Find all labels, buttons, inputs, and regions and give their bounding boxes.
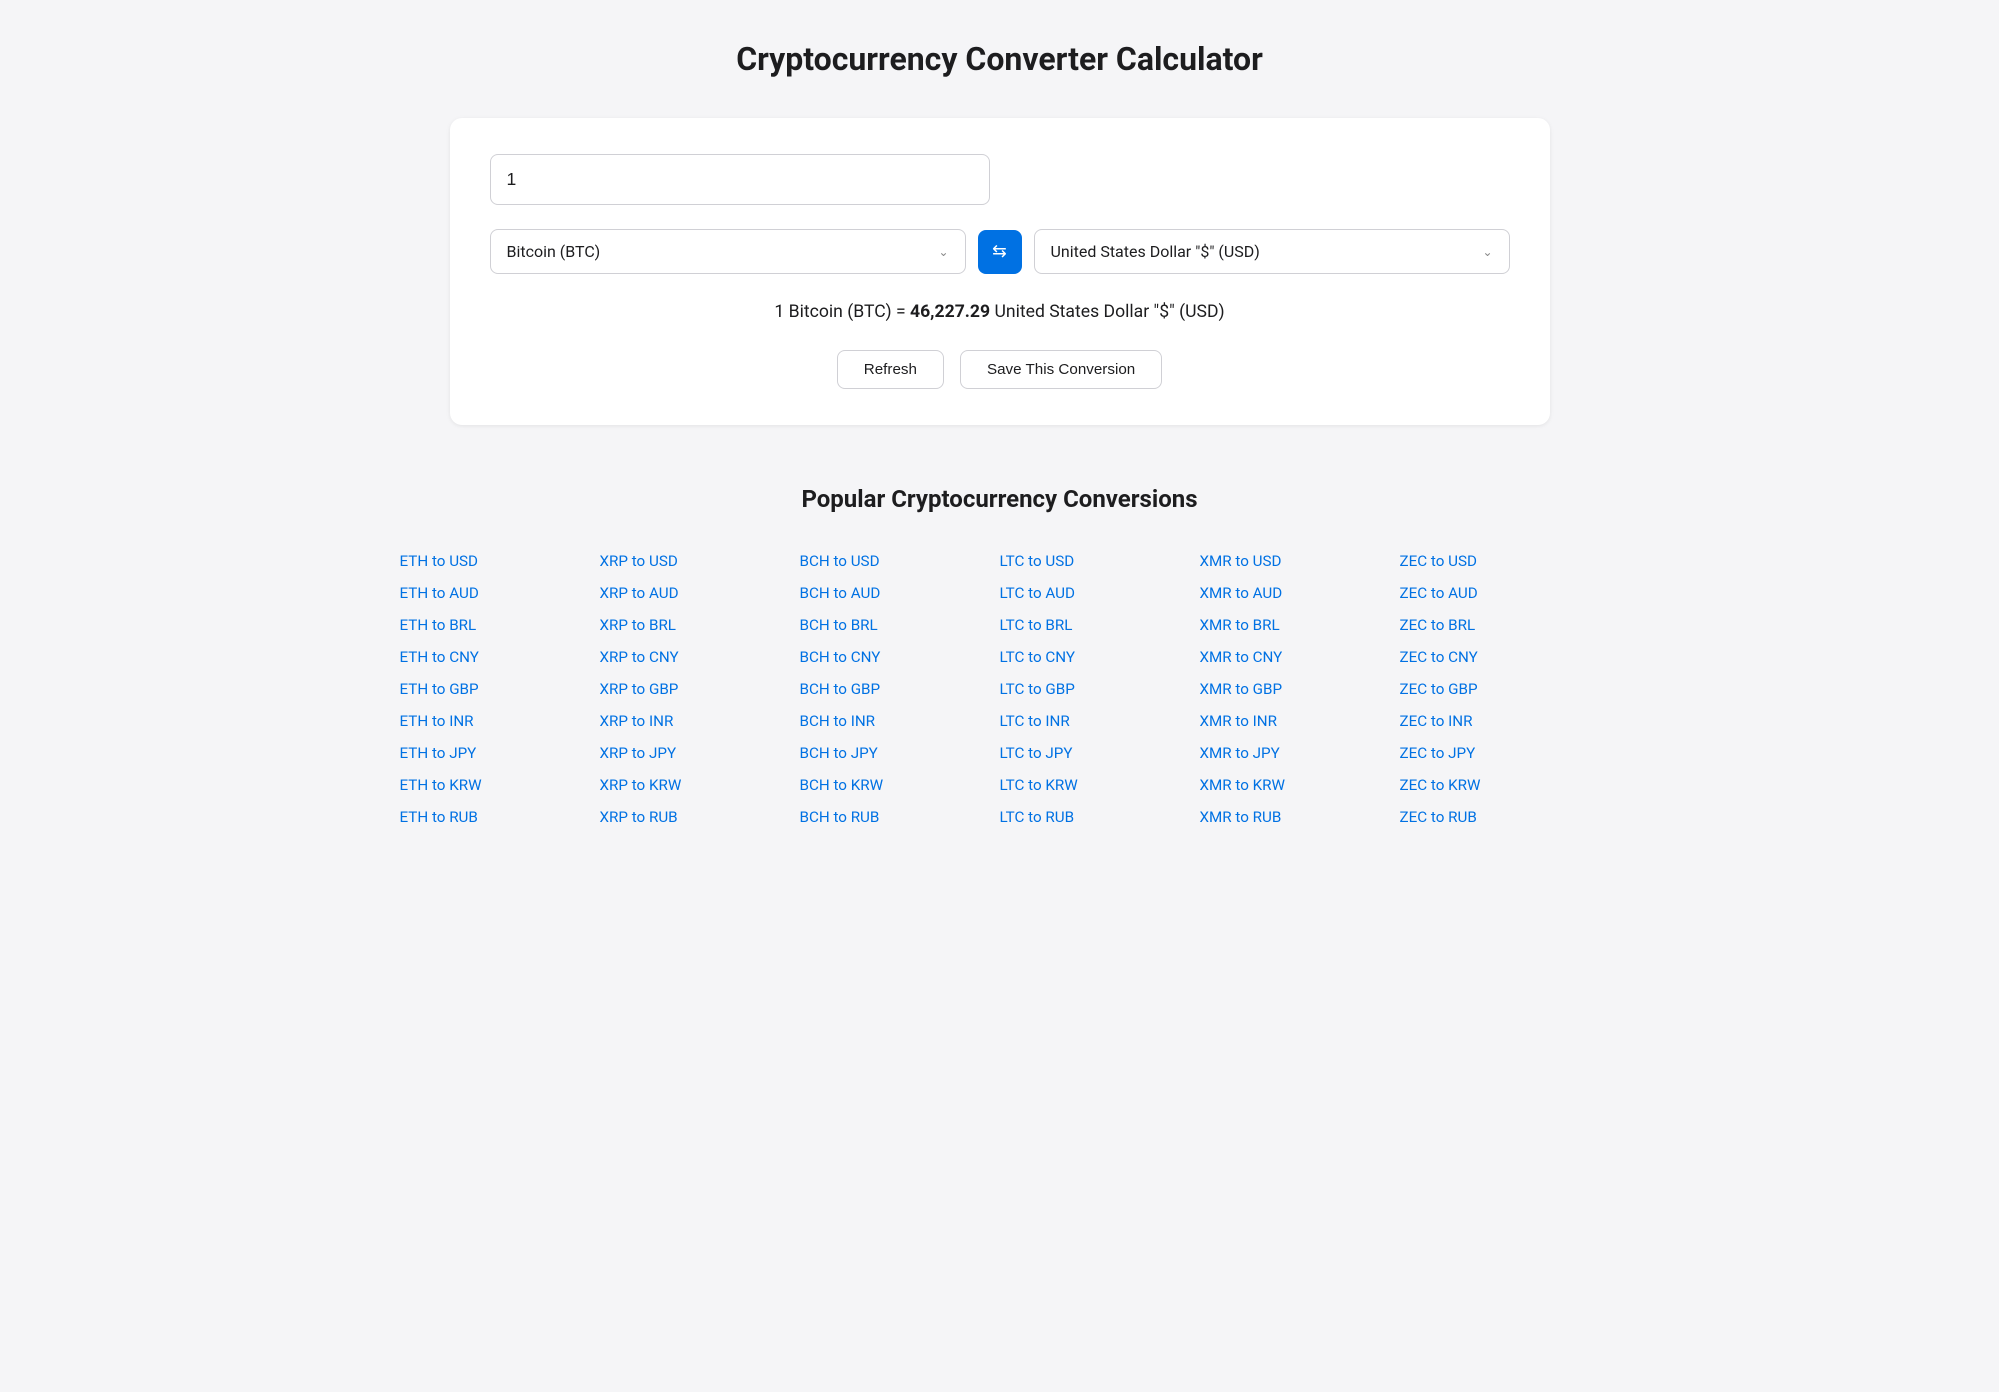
conversion-link[interactable]: ETH to AUD — [400, 577, 600, 609]
conversion-link[interactable]: LTC to BRL — [1000, 609, 1200, 641]
conversion-link[interactable]: ZEC to INR — [1400, 705, 1600, 737]
amount-input[interactable] — [490, 154, 990, 205]
conversion-link[interactable]: ZEC to USD — [1400, 545, 1600, 577]
popular-title: Popular Cryptocurrency Conversions — [400, 485, 1600, 513]
conversion-link[interactable]: XMR to INR — [1200, 705, 1400, 737]
conversion-link[interactable]: XRP to AUD — [600, 577, 800, 609]
conversion-link[interactable]: ETH to CNY — [400, 641, 600, 673]
swap-icon: ⇆ — [992, 241, 1007, 262]
conversion-link[interactable]: ZEC to RUB — [1400, 801, 1600, 833]
conversion-column-2: BCH to USDBCH to AUDBCH to BRLBCH to CNY… — [800, 545, 1000, 833]
conversion-column-1: XRP to USDXRP to AUDXRP to BRLXRP to CNY… — [600, 545, 800, 833]
conversion-link[interactable]: LTC to GBP — [1000, 673, 1200, 705]
conversion-link[interactable]: XMR to RUB — [1200, 801, 1400, 833]
conversion-link[interactable]: LTC to INR — [1000, 705, 1200, 737]
conversion-link[interactable]: XMR to JPY — [1200, 737, 1400, 769]
conversion-link[interactable]: BCH to USD — [800, 545, 1000, 577]
converter-card: Bitcoin (BTC) ⌄ ⇆ United States Dollar "… — [450, 118, 1550, 425]
result-equals: = — [896, 302, 906, 322]
conversion-link[interactable]: ETH to INR — [400, 705, 600, 737]
result-from-label: 1 Bitcoin (BTC) — [774, 302, 891, 322]
conversion-link[interactable]: ETH to RUB — [400, 801, 600, 833]
conversion-link[interactable]: XRP to KRW — [600, 769, 800, 801]
from-currency-label: Bitcoin (BTC) — [507, 242, 601, 261]
save-conversion-button[interactable]: Save This Conversion — [960, 350, 1162, 389]
to-currency-label: United States Dollar "$" (USD) — [1051, 242, 1260, 261]
result-value: 46,227.29 — [910, 302, 990, 322]
from-currency-selector[interactable]: Bitcoin (BTC) ⌄ — [490, 229, 966, 274]
conversion-column-3: LTC to USDLTC to AUDLTC to BRLLTC to CNY… — [1000, 545, 1200, 833]
popular-section: Popular Cryptocurrency Conversions ETH t… — [400, 485, 1600, 833]
swap-button[interactable]: ⇆ — [978, 230, 1022, 274]
conversion-link[interactable]: BCH to GBP — [800, 673, 1000, 705]
conversion-link[interactable]: XRP to BRL — [600, 609, 800, 641]
conversion-link[interactable]: XRP to JPY — [600, 737, 800, 769]
conversion-link[interactable]: ZEC to CNY — [1400, 641, 1600, 673]
result-row: 1 Bitcoin (BTC) = 46,227.29 United State… — [490, 302, 1510, 322]
conversion-link[interactable]: XMR to KRW — [1200, 769, 1400, 801]
conversion-link[interactable]: XMR to GBP — [1200, 673, 1400, 705]
conversion-link[interactable]: BCH to AUD — [800, 577, 1000, 609]
conversion-link[interactable]: LTC to AUD — [1000, 577, 1200, 609]
to-currency-chevron-icon: ⌄ — [1482, 245, 1492, 259]
conversion-link[interactable]: ETH to JPY — [400, 737, 600, 769]
conversion-link[interactable]: ETH to GBP — [400, 673, 600, 705]
actions-row: Refresh Save This Conversion — [490, 350, 1510, 389]
conversions-grid: ETH to USDETH to AUDETH to BRLETH to CNY… — [400, 545, 1600, 833]
from-currency-chevron-icon: ⌄ — [938, 245, 948, 259]
conversion-link[interactable]: BCH to KRW — [800, 769, 1000, 801]
conversion-link[interactable]: ETH to USD — [400, 545, 600, 577]
conversion-link[interactable]: BCH to BRL — [800, 609, 1000, 641]
currency-row: Bitcoin (BTC) ⌄ ⇆ United States Dollar "… — [490, 229, 1510, 274]
conversion-link[interactable]: XRP to GBP — [600, 673, 800, 705]
conversion-link[interactable]: BCH to JPY — [800, 737, 1000, 769]
conversion-link[interactable]: ZEC to JPY — [1400, 737, 1600, 769]
conversion-link[interactable]: ETH to BRL — [400, 609, 600, 641]
conversion-column-0: ETH to USDETH to AUDETH to BRLETH to CNY… — [400, 545, 600, 833]
conversion-link[interactable]: LTC to USD — [1000, 545, 1200, 577]
conversion-link[interactable]: LTC to RUB — [1000, 801, 1200, 833]
conversion-link[interactable]: XMR to CNY — [1200, 641, 1400, 673]
conversion-link[interactable]: ZEC to AUD — [1400, 577, 1600, 609]
conversion-link[interactable]: XRP to CNY — [600, 641, 800, 673]
conversion-column-4: XMR to USDXMR to AUDXMR to BRLXMR to CNY… — [1200, 545, 1400, 833]
conversion-link[interactable]: BCH to CNY — [800, 641, 1000, 673]
conversion-link[interactable]: ZEC to BRL — [1400, 609, 1600, 641]
conversion-link[interactable]: ZEC to GBP — [1400, 673, 1600, 705]
conversion-link[interactable]: XMR to AUD — [1200, 577, 1400, 609]
result-to-label: United States Dollar "$" (USD) — [994, 302, 1224, 322]
conversion-link[interactable]: BCH to INR — [800, 705, 1000, 737]
conversion-link[interactable]: LTC to CNY — [1000, 641, 1200, 673]
conversion-link[interactable]: LTC to JPY — [1000, 737, 1200, 769]
conversion-link[interactable]: BCH to RUB — [800, 801, 1000, 833]
page-title: Cryptocurrency Converter Calculator — [60, 40, 1939, 78]
refresh-button[interactable]: Refresh — [837, 350, 944, 389]
conversion-link[interactable]: XRP to USD — [600, 545, 800, 577]
conversion-link[interactable]: XMR to USD — [1200, 545, 1400, 577]
to-currency-selector[interactable]: United States Dollar "$" (USD) ⌄ — [1034, 229, 1510, 274]
conversion-link[interactable]: LTC to KRW — [1000, 769, 1200, 801]
conversion-link[interactable]: XRP to INR — [600, 705, 800, 737]
conversion-link[interactable]: XRP to RUB — [600, 801, 800, 833]
conversion-link[interactable]: ETH to KRW — [400, 769, 600, 801]
conversion-column-5: ZEC to USDZEC to AUDZEC to BRLZEC to CNY… — [1400, 545, 1600, 833]
conversion-link[interactable]: ZEC to KRW — [1400, 769, 1600, 801]
conversion-link[interactable]: XMR to BRL — [1200, 609, 1400, 641]
